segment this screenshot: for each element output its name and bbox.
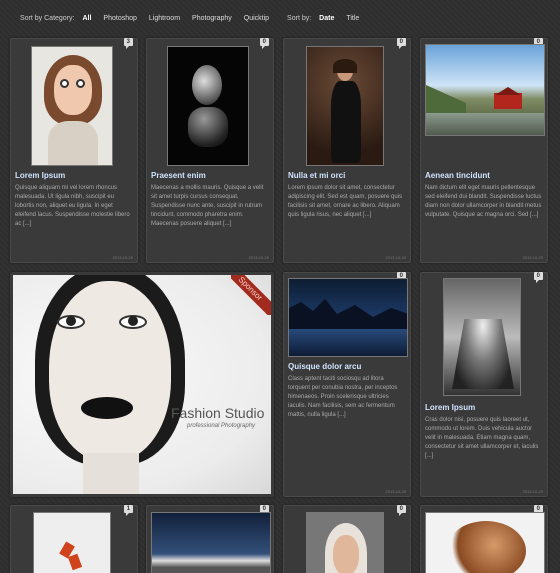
comment-count-badge[interactable]: 0 <box>533 272 543 283</box>
sort-label: Sort by: <box>287 14 312 22</box>
post-excerpt: Cras dolor nisi, posuere quis laoreet ut… <box>425 417 539 459</box>
post-card[interactable]: 0 <box>420 505 548 573</box>
sponsor-card[interactable]: Fashion Studio professional Photography … <box>10 272 274 497</box>
post-thumbnail[interactable] <box>31 46 113 166</box>
post-title[interactable]: Lorem Ipsum <box>15 171 65 180</box>
sort-date[interactable]: Date <box>319 15 334 22</box>
post-thumbnail[interactable] <box>425 44 545 136</box>
post-card[interactable]: 0 <box>146 505 274 573</box>
post-thumbnail[interactable] <box>288 278 408 357</box>
post-excerpt: Maecenas a mollis mauris. Quisque a veli… <box>151 185 264 227</box>
comment-count-badge[interactable]: 3 <box>123 38 133 49</box>
post-date: 2013-10-29 <box>112 255 133 260</box>
sponsor-label: Sponsor <box>231 275 271 315</box>
post-date: 2013-10-29 <box>522 255 543 260</box>
post-excerpt: Nam dictum elit eget mauris pellentesque… <box>425 185 542 218</box>
post-title[interactable]: Lorem Ipsum <box>425 403 475 412</box>
filter-bar: Sort by Category: All Photoshop Lightroo… <box>0 0 560 36</box>
sponsor-caption: Fashion Studio <box>171 405 265 421</box>
post-title[interactable]: Nulla et mi orci <box>288 171 345 180</box>
post-thumbnail[interactable] <box>306 512 384 573</box>
filter-quicktip[interactable]: Quicktip <box>244 15 269 22</box>
post-card[interactable]: 0 Quisque dolor arcu Class aptent taciti… <box>283 272 411 497</box>
post-date: 2013-10-29 <box>522 489 543 494</box>
filter-lightroom[interactable]: Lightroom <box>149 15 180 22</box>
post-thumbnail[interactable] <box>151 512 271 573</box>
post-card[interactable]: 0 Aenean tincidunt Nam dictum elit eget … <box>420 38 548 263</box>
post-thumbnail[interactable] <box>443 278 521 396</box>
comment-count-badge[interactable]: 0 <box>396 505 406 516</box>
filter-all[interactable]: All <box>82 15 91 22</box>
post-thumbnail[interactable] <box>425 512 545 573</box>
post-card[interactable]: 1 <box>10 505 138 573</box>
post-card[interactable]: 0 <box>283 505 411 573</box>
comment-count-badge[interactable]: 1 <box>123 505 133 516</box>
post-title[interactable]: Praesent enim <box>151 171 206 180</box>
filter-photography[interactable]: Photography <box>192 15 232 22</box>
post-date: 2013-10-29 <box>385 489 406 494</box>
post-excerpt: Lorem ipsum dolor sit amet, consectetur … <box>288 185 403 218</box>
category-filter-label: Sort by Category: <box>20 14 75 22</box>
post-card[interactable]: 3 Lorem Ipsum Quisque aliquam mi vel lor… <box>10 38 138 263</box>
comment-count-badge[interactable]: 0 <box>396 38 406 49</box>
sort-title[interactable]: Title <box>346 15 359 22</box>
post-thumbnail[interactable] <box>167 46 249 166</box>
post-title[interactable]: Aenean tincidunt <box>425 171 490 180</box>
post-excerpt: Quisque aliquam mi vel lorem rhoncus mal… <box>15 185 130 227</box>
post-thumbnail[interactable] <box>306 46 384 166</box>
post-excerpt: Class aptent taciti sociosqu ad litora t… <box>288 376 398 418</box>
post-date: 2013-10-29 <box>248 255 269 260</box>
post-date: 2013-10-29 <box>385 255 406 260</box>
comment-count-badge[interactable]: 0 <box>259 38 269 49</box>
post-card[interactable]: 0 Nulla et mi orci Lorem ipsum dolor sit… <box>283 38 411 263</box>
post-title[interactable]: Quisque dolor arcu <box>288 362 361 371</box>
post-card[interactable]: 0 Lorem Ipsum Cras dolor nisi, posuere q… <box>420 272 548 497</box>
sponsor-ribbon: Sponsor <box>231 275 271 315</box>
post-card[interactable]: 0 Praesent enim Maecenas a mollis mauris… <box>146 38 274 263</box>
sponsor-subcaption: professional Photography <box>187 423 256 429</box>
post-thumbnail[interactable] <box>33 512 111 573</box>
filter-photoshop[interactable]: Photoshop <box>103 15 136 22</box>
